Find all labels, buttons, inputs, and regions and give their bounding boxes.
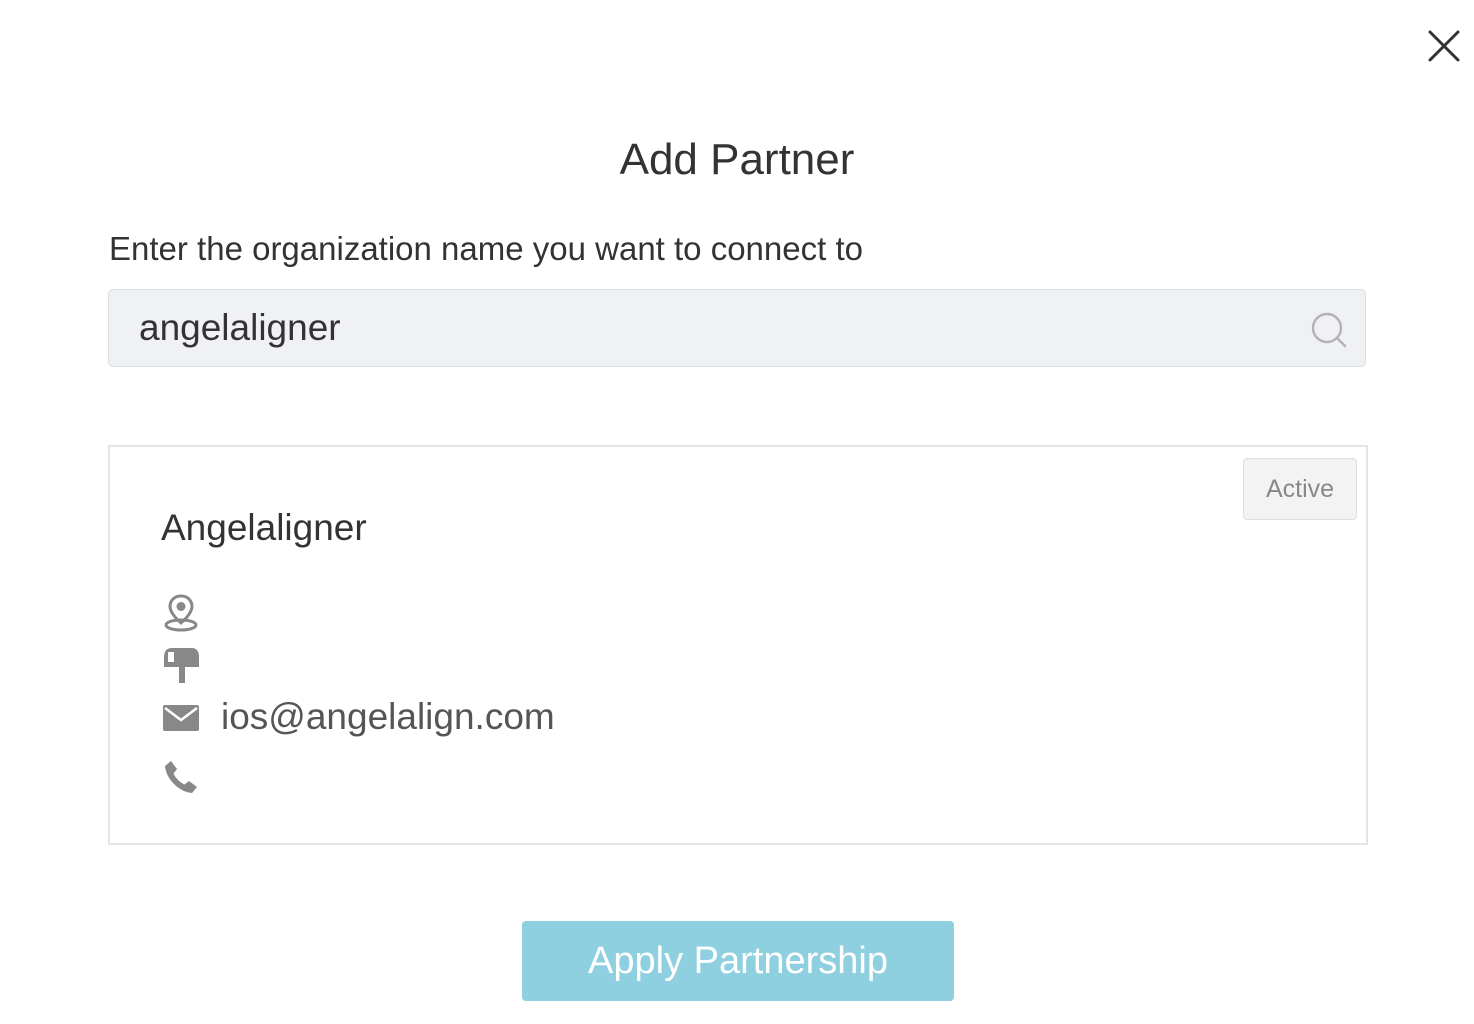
organization-search-box [108,289,1366,367]
organization-search-input[interactable] [139,290,1279,366]
location-pin-icon [161,593,201,633]
mailbox-icon [161,645,201,685]
organization-name: Angelaligner [161,507,367,548]
dialog-title: Add Partner [619,135,855,184]
email-value: ios@angelalign.com [221,696,555,737]
search-icon[interactable] [1309,310,1349,350]
address-row [161,593,221,633]
close-icon [1428,30,1460,62]
add-partner-dialog: Add Partner Enter the organization name … [0,0,1474,1024]
search-prompt-label: Enter the organization name you want to … [109,230,863,267]
organization-result-card[interactable]: Active Angelaligner ios@angelalign.com [108,445,1368,845]
email-row: ios@angelalign.com [161,696,555,737]
close-button[interactable] [1422,24,1466,68]
phone-icon [161,757,201,797]
mailbox-row [161,645,221,685]
status-badge: Active [1243,458,1357,520]
phone-row [161,757,221,797]
apply-partnership-button[interactable]: Apply Partnership [522,921,954,1001]
envelope-icon [161,697,201,737]
